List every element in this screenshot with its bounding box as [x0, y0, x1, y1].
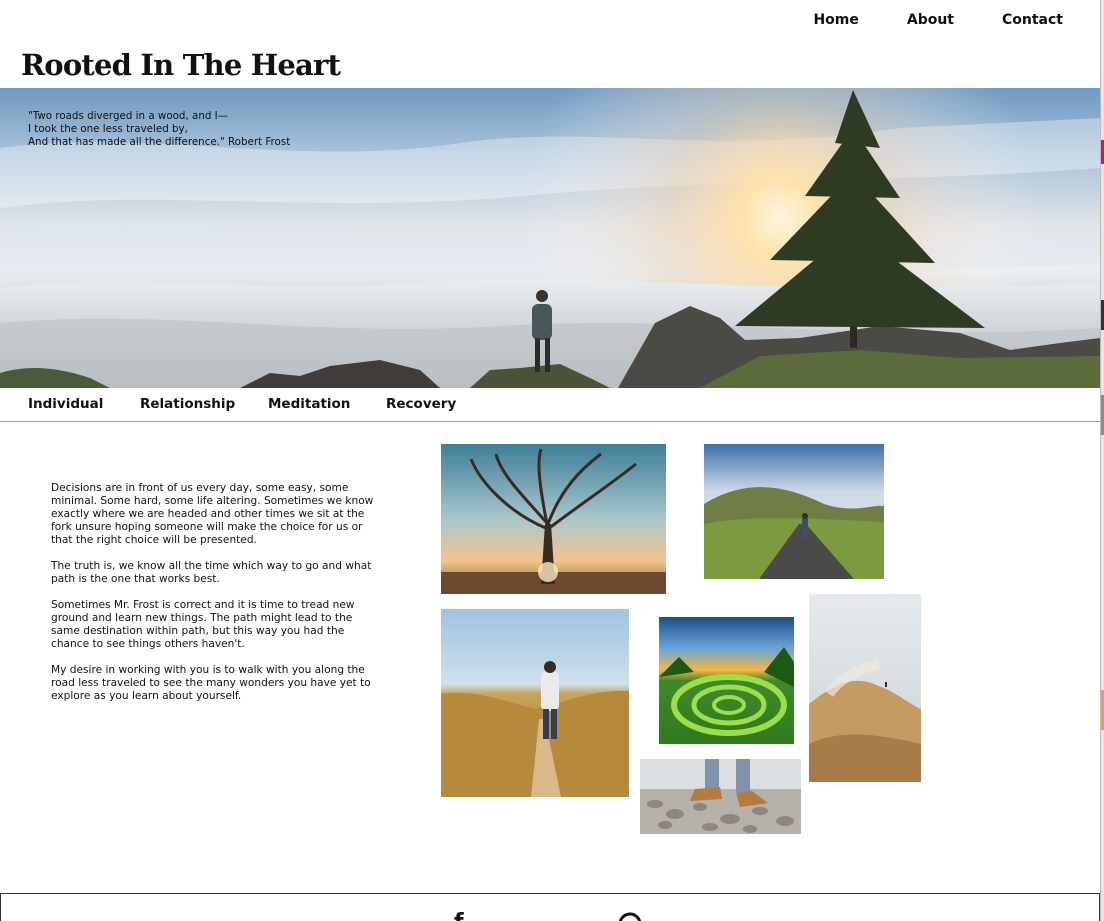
tree-sunset-photo — [441, 444, 666, 594]
category-individual-link[interactable]: Individual — [28, 396, 103, 412]
category-recovery-link[interactable]: Recovery — [386, 396, 456, 412]
category-meditation-link[interactable]: Meditation — [268, 396, 350, 412]
window-edge — [1100, 0, 1104, 921]
top-nav: Home About Contact — [765, 12, 1063, 28]
site-title[interactable]: Rooted In The Heart — [21, 48, 341, 82]
intro-paragraph: Decisions are in front of us every day, … — [51, 482, 374, 546]
pebbles-feet-photo — [640, 759, 801, 834]
nav-contact-link[interactable]: Contact — [1002, 12, 1063, 28]
intro-paragraph: Sometimes Mr. Frost is correct and it is… — [51, 599, 355, 650]
hero-quote: "Two roads diverged in a wood, and I— I … — [28, 110, 291, 148]
intro-text: Decisions are in front of us every day, … — [51, 482, 381, 716]
intro-paragraph: The truth is, we know all the time which… — [51, 560, 372, 585]
green-spiral-photo — [659, 617, 794, 744]
road-hills-photo — [704, 444, 884, 579]
intro-paragraph: My desire in working with you is to walk… — [51, 664, 371, 702]
nav-home-link[interactable]: Home — [813, 12, 858, 28]
category-nav: Individual Relationship Meditation Recov… — [0, 388, 1100, 422]
hero-banner: "Two roads diverged in a wood, and I— I … — [0, 88, 1100, 388]
footer — [0, 893, 1100, 921]
facebook-icon[interactable]: f — [454, 912, 464, 921]
category-relationship-link[interactable]: Relationship — [140, 396, 235, 412]
nav-about-link[interactable]: About — [907, 12, 954, 28]
misty-ridge-photo — [809, 594, 921, 782]
pinterest-icon[interactable] — [618, 912, 642, 921]
wheat-path-photo — [441, 609, 629, 797]
